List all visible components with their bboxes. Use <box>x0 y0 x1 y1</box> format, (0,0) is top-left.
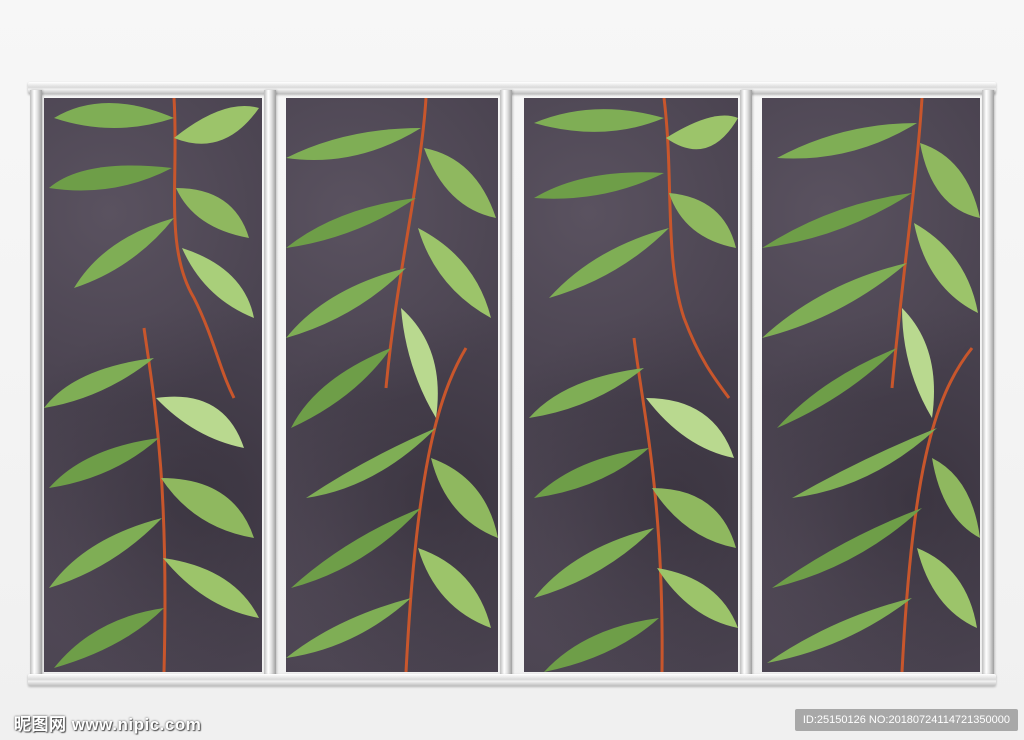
frame-post <box>264 90 276 678</box>
mural-frame <box>28 82 996 688</box>
mural-panel-2 <box>286 98 498 672</box>
leaf-branch-artwork <box>44 98 259 672</box>
leaf-branch-artwork <box>529 98 738 672</box>
leaf-branch-artwork <box>286 98 498 672</box>
frame-post <box>740 90 752 678</box>
site-watermark: 昵图网 www.nipic.com <box>14 715 202 734</box>
frame-post <box>500 90 512 678</box>
image-id-watermark: ID:25150126 NO:20180724114721350000 <box>794 709 1018 731</box>
leaf-branch-artwork <box>762 98 980 672</box>
mural-panel-3 <box>524 98 738 672</box>
mural-panel-1 <box>44 98 262 672</box>
frame-bottom-rail <box>28 674 996 686</box>
mural-panel-4 <box>762 98 980 672</box>
frame-top-rail <box>28 82 996 94</box>
frame-post <box>982 90 994 678</box>
frame-post <box>30 90 42 678</box>
